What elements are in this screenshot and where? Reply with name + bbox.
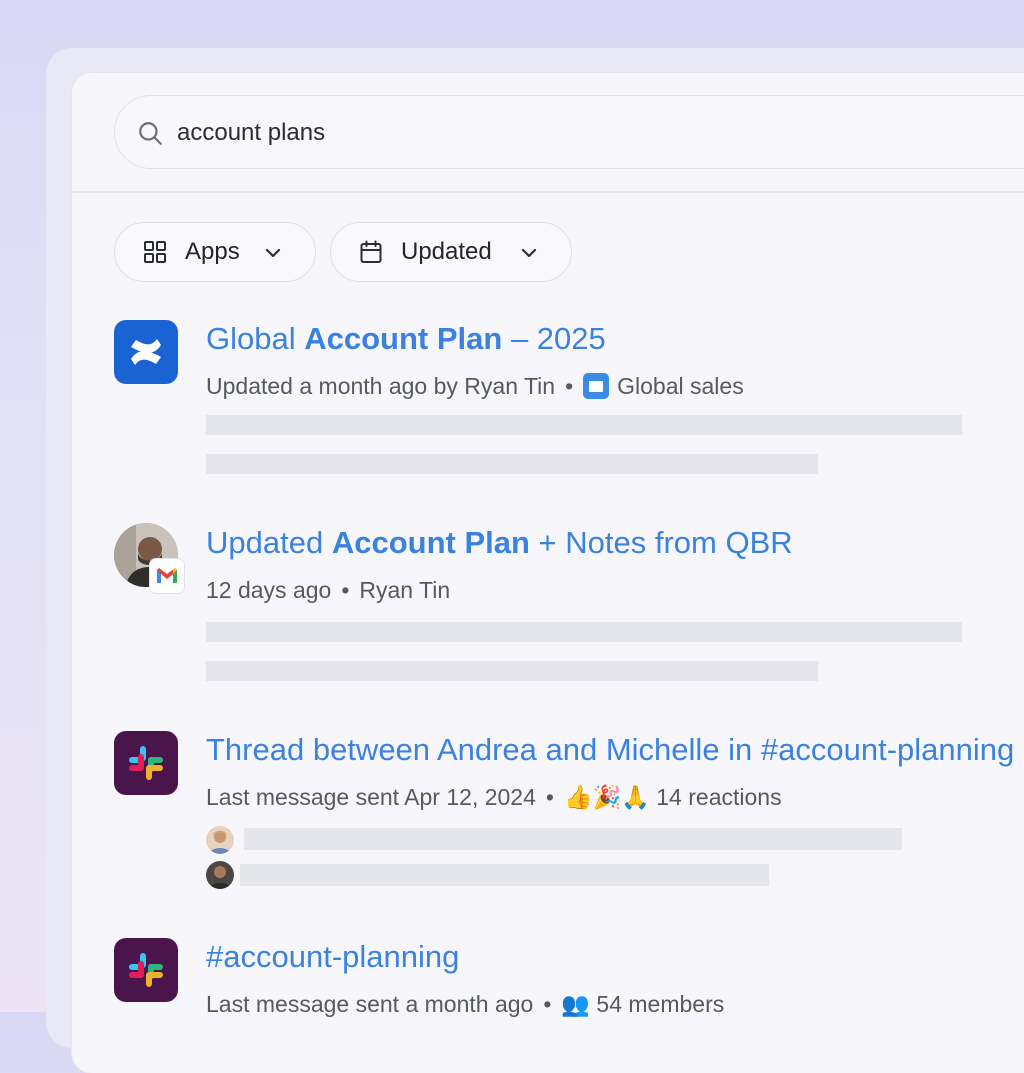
separator-dot: • (543, 991, 552, 1017)
separator-dot: • (565, 373, 574, 399)
calendar-icon (360, 240, 382, 263)
reactions-count: 14 reactions (656, 784, 782, 810)
slack-icon (114, 731, 178, 795)
separator-dot: • (545, 784, 554, 810)
result-meta: Last message sent Apr 12, 2024 • 👍🎉🙏 14 re… (206, 782, 782, 812)
snippet-placeholder (206, 622, 962, 642)
chevron-down-icon (265, 248, 281, 258)
search-panel: account plans Apps Updated Global Accoun… (72, 73, 1024, 1073)
result-title[interactable]: Updated Account Plan + Notes from QBR (206, 525, 793, 561)
search-query: account plans (177, 119, 326, 146)
apps-filter-button[interactable]: Apps (114, 222, 316, 282)
snippet-placeholder (206, 454, 818, 474)
space-name: Global sales (617, 373, 744, 399)
confluence-icon (114, 320, 178, 384)
slack-logo (129, 746, 163, 780)
avatar (206, 826, 234, 854)
confluence-logo (131, 339, 161, 365)
updated-text: Updated a month ago by Ryan Tin (206, 373, 556, 399)
result-meta: Updated a month ago by Ryan Tin • Global s… (206, 371, 744, 401)
title-part: Updated (206, 525, 332, 560)
result-title[interactable]: Global Account Plan – 2025 (206, 321, 606, 357)
grid-icon (144, 241, 166, 263)
members-count: 54 members (596, 991, 725, 1017)
message-placeholder (240, 864, 769, 886)
separator-dot: • (341, 577, 350, 603)
time-text: 12 days ago (206, 577, 332, 603)
title-part: Global (206, 321, 305, 356)
divider (72, 191, 1024, 193)
title-highlight: Account Plan (331, 525, 530, 560)
result-title[interactable]: Thread between Andrea and Michelle in #a… (206, 732, 1014, 768)
result-meta: Last message sent a month ago • 👥 54 membe… (206, 989, 724, 1019)
title-part: + Notes from QBR (529, 525, 793, 560)
title-highlight: Account Plan (304, 321, 503, 356)
apps-filter-label: Apps (185, 238, 240, 265)
result-title[interactable]: #account-planning (206, 939, 459, 975)
chevron-down-icon (521, 248, 537, 258)
avatar (206, 861, 234, 889)
snippet-placeholder (206, 661, 818, 681)
space-icon (583, 373, 610, 399)
reaction-emojis: 👍🎉🙏 (563, 784, 650, 810)
snippet-placeholder (206, 415, 962, 435)
slack-logo (129, 953, 163, 987)
last-message-text: Last message sent a month ago (206, 991, 534, 1017)
search-icon (139, 122, 162, 145)
message-placeholder (244, 828, 902, 850)
members-emoji: 👥 (561, 991, 591, 1017)
last-message-text: Last message sent Apr 12, 2024 (206, 784, 536, 810)
updated-filter-label: Updated (401, 238, 492, 265)
slack-icon (114, 938, 178, 1002)
title-part: – 2025 (502, 321, 606, 356)
updated-filter-button[interactable]: Updated (330, 222, 572, 282)
search-input[interactable]: account plans (114, 95, 1024, 169)
author-text: Ryan Tin (359, 577, 451, 603)
gmail-icon (150, 559, 184, 593)
result-meta: 12 days ago • Ryan Tin (206, 575, 450, 605)
